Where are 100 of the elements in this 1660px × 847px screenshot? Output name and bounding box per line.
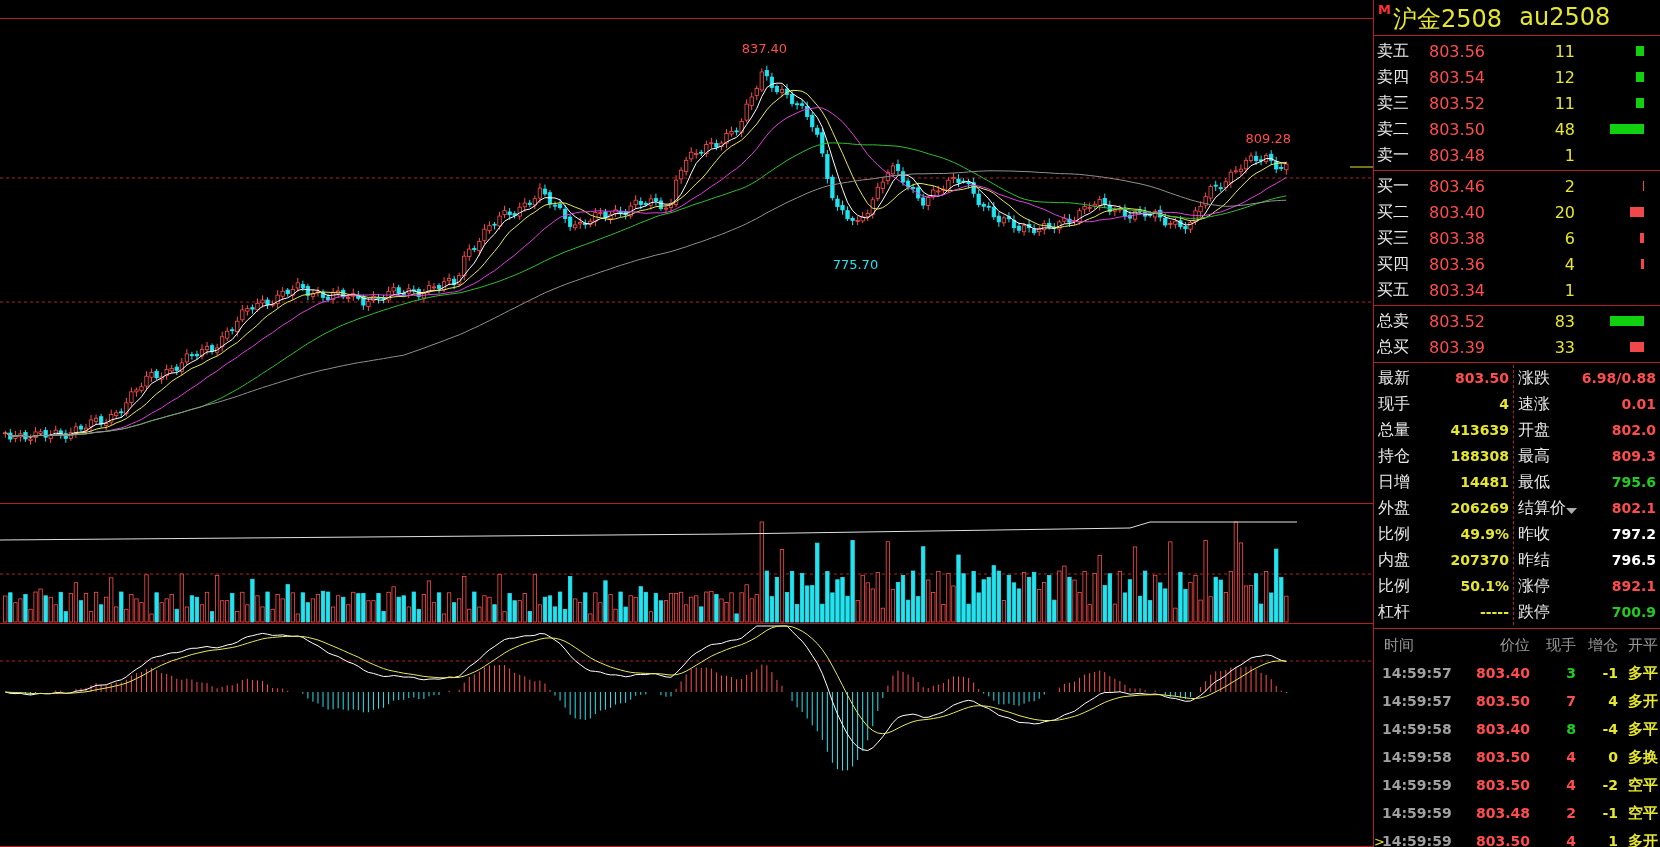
quantity-value: 20 bbox=[1553, 202, 1575, 222]
trade-time: 14:59:58 bbox=[1382, 749, 1452, 765]
position-change: 0 bbox=[1607, 749, 1618, 765]
stat-value: 188308 bbox=[1450, 448, 1509, 464]
stat-label: 杠杆 bbox=[1378, 601, 1410, 623]
price-value: 803.38 bbox=[1429, 228, 1486, 248]
quantity-bar bbox=[1641, 259, 1644, 269]
trade-volume: 4 bbox=[1565, 777, 1576, 793]
stat-value: 413639 bbox=[1450, 422, 1509, 438]
trade-type: 多换 bbox=[1627, 747, 1659, 767]
position-change: -1 bbox=[1601, 665, 1618, 681]
stat-value: 795.6 bbox=[1611, 474, 1656, 490]
stat-value: 49.9% bbox=[1460, 526, 1509, 542]
column-header: 增仓 bbox=[1587, 635, 1618, 655]
row-label: 总卖 bbox=[1377, 310, 1410, 332]
row-label: 买二 bbox=[1377, 201, 1410, 223]
trade-time: 14:59:59 bbox=[1382, 777, 1452, 793]
column-header: 时间 bbox=[1383, 635, 1415, 655]
stat-value: 14481 bbox=[1460, 474, 1509, 490]
stat-label: 总量 bbox=[1378, 419, 1410, 441]
trade-type: 空平 bbox=[1627, 803, 1659, 823]
market-label: M bbox=[1378, 2, 1391, 17]
column-header: 现手 bbox=[1545, 635, 1576, 655]
trade-price: 803.50 bbox=[1474, 693, 1530, 709]
position-change: 4 bbox=[1607, 693, 1618, 709]
trade-volume: 4 bbox=[1565, 749, 1576, 765]
stat-value: 802.1 bbox=[1611, 500, 1656, 516]
price-annotation: 775.70 bbox=[832, 257, 879, 273]
price-value: 803.46 bbox=[1429, 176, 1486, 196]
trade-price: 803.50 bbox=[1474, 833, 1530, 847]
stat-label: 现手 bbox=[1378, 393, 1410, 415]
trade-volume: 8 bbox=[1565, 721, 1576, 737]
stat-label: 日增 bbox=[1378, 471, 1410, 493]
stat-label: 最高 bbox=[1518, 445, 1550, 467]
stat-value: 892.1 bbox=[1611, 578, 1656, 594]
price-value: 803.50 bbox=[1429, 119, 1486, 139]
stat-value: 700.9 bbox=[1611, 604, 1656, 620]
stat-label: 最低 bbox=[1518, 471, 1550, 493]
row-label: 买三 bbox=[1377, 227, 1410, 249]
quantity-value: 48 bbox=[1553, 119, 1575, 139]
stat-label: 外盘 bbox=[1378, 497, 1410, 519]
stat-value: 797.2 bbox=[1611, 526, 1656, 542]
trade-time: 14:59:59 bbox=[1382, 805, 1452, 821]
quantity-bar bbox=[1636, 46, 1644, 56]
row-label: 卖二 bbox=[1377, 118, 1410, 140]
stat-value: 802.0 bbox=[1611, 422, 1656, 438]
stat-label: 比例 bbox=[1378, 523, 1410, 545]
position-change: 1 bbox=[1607, 833, 1618, 847]
caret-icon[interactable] bbox=[1566, 507, 1577, 515]
quantity-value: 1 bbox=[1563, 280, 1575, 300]
quantity-value: 2 bbox=[1563, 176, 1575, 196]
quantity-bar bbox=[1610, 316, 1644, 326]
stat-label: 昨结 bbox=[1518, 549, 1550, 571]
stat-label: 跌停 bbox=[1518, 601, 1550, 623]
stat-value: 6.98/0.88 bbox=[1581, 370, 1656, 386]
trade-time: 14:59:59 bbox=[1382, 833, 1452, 847]
position-change: -2 bbox=[1601, 777, 1618, 793]
instrument-name: 沪金2508 bbox=[1392, 4, 1502, 35]
row-label: 买一 bbox=[1377, 175, 1410, 197]
stat-value: 796.5 bbox=[1611, 552, 1656, 568]
quantity-value: 83 bbox=[1553, 311, 1575, 331]
trade-type: 空平 bbox=[1627, 775, 1659, 795]
position-change: -4 bbox=[1601, 721, 1618, 737]
quantity-value: 11 bbox=[1553, 41, 1575, 61]
stat-label: 昨收 bbox=[1518, 523, 1550, 545]
stat-value: 809.3 bbox=[1611, 448, 1656, 464]
trade-volume: 4 bbox=[1565, 833, 1576, 847]
trade-price: 803.50 bbox=[1474, 777, 1530, 793]
trade-volume: 3 bbox=[1565, 665, 1576, 681]
quantity-bar bbox=[1629, 207, 1644, 217]
row-label: 卖三 bbox=[1377, 92, 1410, 114]
stat-label: 速涨 bbox=[1518, 393, 1550, 415]
row-label: 卖五 bbox=[1377, 40, 1410, 62]
trade-price: 803.40 bbox=[1474, 721, 1530, 737]
quantity-bar bbox=[1610, 124, 1644, 134]
current-price-line bbox=[1349, 166, 1373, 168]
stat-value: 206269 bbox=[1450, 500, 1509, 516]
quantity-bar bbox=[1639, 233, 1644, 243]
stat-label: 涨跌 bbox=[1518, 367, 1550, 389]
quantity-value: 4 bbox=[1563, 254, 1575, 274]
position-change: -1 bbox=[1601, 805, 1618, 821]
price-value: 803.56 bbox=[1429, 41, 1486, 61]
stat-label: 开盘 bbox=[1518, 419, 1550, 441]
quantity-value: 1 bbox=[1563, 145, 1575, 165]
price-annotation: 837.40 bbox=[741, 41, 788, 57]
quantity-bar bbox=[1635, 72, 1644, 82]
trade-volume: 2 bbox=[1565, 805, 1576, 821]
instrument-code: au2508 bbox=[1518, 3, 1611, 31]
column-header: 开平 bbox=[1627, 635, 1659, 655]
stat-value: 207370 bbox=[1450, 552, 1509, 568]
price-value: 803.52 bbox=[1429, 93, 1486, 113]
trade-time: 14:59:58 bbox=[1382, 721, 1452, 737]
trade-type: 多平 bbox=[1627, 663, 1659, 683]
price-value: 803.52 bbox=[1429, 311, 1486, 331]
row-cursor: > bbox=[1374, 833, 1382, 847]
stat-label: 涨停 bbox=[1518, 575, 1550, 597]
stat-label: 持仓 bbox=[1378, 445, 1410, 467]
quantity-value: 6 bbox=[1563, 228, 1575, 248]
trade-price: 803.48 bbox=[1474, 805, 1530, 821]
quantity-bar bbox=[1630, 342, 1644, 352]
